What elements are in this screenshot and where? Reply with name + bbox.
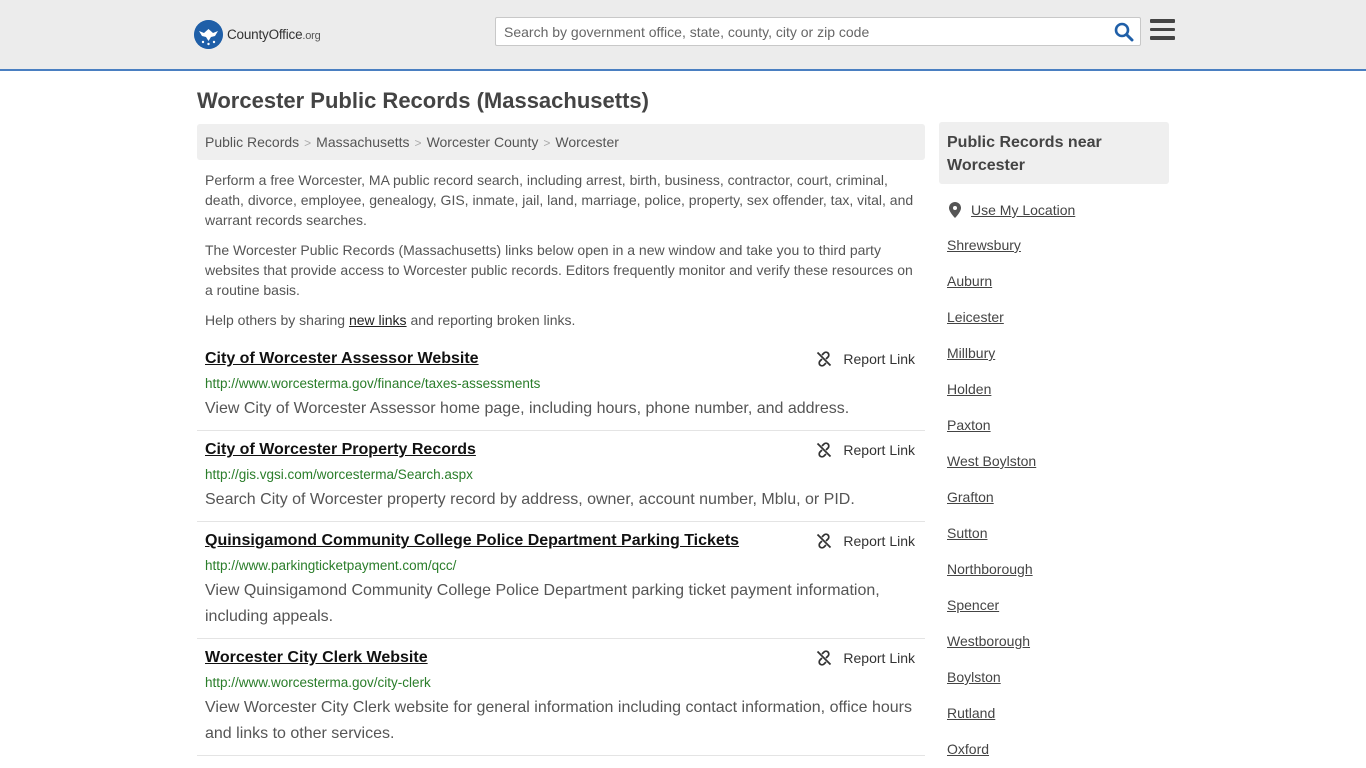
report-link-label: Report Link <box>843 351 915 367</box>
town-link-millbury[interactable]: Millbury <box>947 345 995 361</box>
list-item: Auburn <box>947 273 1036 309</box>
town-link-grafton[interactable]: Grafton <box>947 489 994 505</box>
record-description: View City of Worcester Assessor home pag… <box>205 400 850 417</box>
list-item: Holden <box>947 381 1036 417</box>
broken-link-icon <box>817 351 832 367</box>
hamburger-menu-icon[interactable] <box>1150 19 1175 41</box>
record-url[interactable]: http://www.worcesterma.gov/finance/taxes… <box>205 376 540 391</box>
use-my-location-link[interactable]: Use My Location <box>971 202 1075 218</box>
list-item: Leicester <box>947 309 1036 345</box>
search-bar <box>495 17 1141 46</box>
breadcrumb-separator: > <box>304 136 312 150</box>
report-link-button[interactable]: Report Link <box>816 442 915 458</box>
map-pin-icon <box>949 202 961 218</box>
town-link-holden[interactable]: Holden <box>947 381 991 397</box>
breadcrumb-current: Worcester <box>555 134 619 150</box>
record-item: Worcester City Clerk Website Report Link… <box>197 649 925 756</box>
list-item: Boylston <box>947 669 1036 705</box>
report-link-button[interactable]: Report Link <box>816 650 915 666</box>
breadcrumb-separator: > <box>414 136 422 150</box>
sidebar-title: Public Records near Worcester <box>939 122 1169 184</box>
record-description: View Worcester City Clerk website for ge… <box>205 699 912 742</box>
record-title-link[interactable]: City of Worcester Assessor Website <box>205 350 479 368</box>
page-title: Worcester Public Records (Massachusetts) <box>197 88 649 113</box>
nearby-towns-list: Shrewsbury Auburn Leicester Millbury Hol… <box>947 237 1036 768</box>
use-my-location: Use My Location <box>949 202 1075 218</box>
breadcrumb-public-records[interactable]: Public Records <box>205 134 299 150</box>
town-link-west-boylston[interactable]: West Boylston <box>947 453 1036 469</box>
record-title-link[interactable]: Quinsigamond Community College Police De… <box>205 532 739 550</box>
town-link-leicester[interactable]: Leicester <box>947 309 1004 325</box>
town-link-westborough[interactable]: Westborough <box>947 633 1030 649</box>
disclaimer-paragraph: The Worcester Public Records (Massachuse… <box>205 242 913 298</box>
report-link-label: Report Link <box>843 650 915 666</box>
town-link-northborough[interactable]: Northborough <box>947 561 1033 577</box>
town-link-paxton[interactable]: Paxton <box>947 417 991 433</box>
list-item: Oxford <box>947 741 1036 768</box>
list-item: Paxton <box>947 417 1036 453</box>
town-link-boylston[interactable]: Boylston <box>947 669 1001 685</box>
eagle-seal-icon <box>194 20 223 49</box>
list-item: Sutton <box>947 525 1036 561</box>
broken-link-icon <box>817 533 832 549</box>
share-paragraph: Help others by sharing new links and rep… <box>205 312 576 328</box>
record-item: Quinsigamond Community College Police De… <box>197 532 925 639</box>
record-title-link[interactable]: Worcester City Clerk Website <box>205 649 428 667</box>
list-item: Rutland <box>947 705 1036 741</box>
report-link-button[interactable]: Report Link <box>816 533 915 549</box>
record-description: View Quinsigamond Community College Poli… <box>205 582 880 625</box>
record-url[interactable]: http://www.worcesterma.gov/city-clerk <box>205 675 431 690</box>
breadcrumb-separator: > <box>543 136 551 150</box>
list-item: Grafton <box>947 489 1036 525</box>
site-logo[interactable]: CountyOffice.org <box>194 20 321 49</box>
record-url[interactable]: http://www.parkingticketpayment.com/qcc/ <box>205 558 456 573</box>
new-links-link[interactable]: new links <box>349 312 407 328</box>
record-description: Search City of Worcester property record… <box>205 491 855 508</box>
list-item: Westborough <box>947 633 1036 669</box>
breadcrumb-worcester-county[interactable]: Worcester County <box>427 134 539 150</box>
broken-link-icon <box>817 442 832 458</box>
report-link-label: Report Link <box>843 442 915 458</box>
breadcrumb-massachusetts[interactable]: Massachusetts <box>316 134 409 150</box>
list-item: Shrewsbury <box>947 237 1036 273</box>
search-icon[interactable] <box>1114 22 1134 42</box>
record-item: City of Worcester Property Records Repor… <box>197 441 925 522</box>
town-link-sutton[interactable]: Sutton <box>947 525 987 541</box>
site-header: CountyOffice.org <box>0 0 1366 71</box>
list-item: Spencer <box>947 597 1036 633</box>
breadcrumb: Public Records > Massachusetts > Worcester C… <box>197 124 925 160</box>
search-input[interactable] <box>496 18 1106 45</box>
town-link-shrewsbury[interactable]: Shrewsbury <box>947 237 1021 253</box>
record-url[interactable]: http://gis.vgsi.com/worcesterma/Search.a… <box>205 467 473 482</box>
logo-wordmark: CountyOffice.org <box>227 27 321 42</box>
town-link-rutland[interactable]: Rutland <box>947 705 995 721</box>
report-link-label: Report Link <box>843 533 915 549</box>
list-item: West Boylston <box>947 453 1036 489</box>
town-link-auburn[interactable]: Auburn <box>947 273 992 289</box>
intro-paragraph: Perform a free Worcester, MA public reco… <box>205 172 914 228</box>
record-item: City of Worcester Assessor Website Repor… <box>197 350 925 431</box>
record-title-link[interactable]: City of Worcester Property Records <box>205 441 476 459</box>
broken-link-icon <box>817 650 832 666</box>
list-item: Northborough <box>947 561 1036 597</box>
report-link-button[interactable]: Report Link <box>816 351 915 367</box>
list-item: Millbury <box>947 345 1036 381</box>
town-link-oxford[interactable]: Oxford <box>947 741 989 757</box>
town-link-spencer[interactable]: Spencer <box>947 597 999 613</box>
